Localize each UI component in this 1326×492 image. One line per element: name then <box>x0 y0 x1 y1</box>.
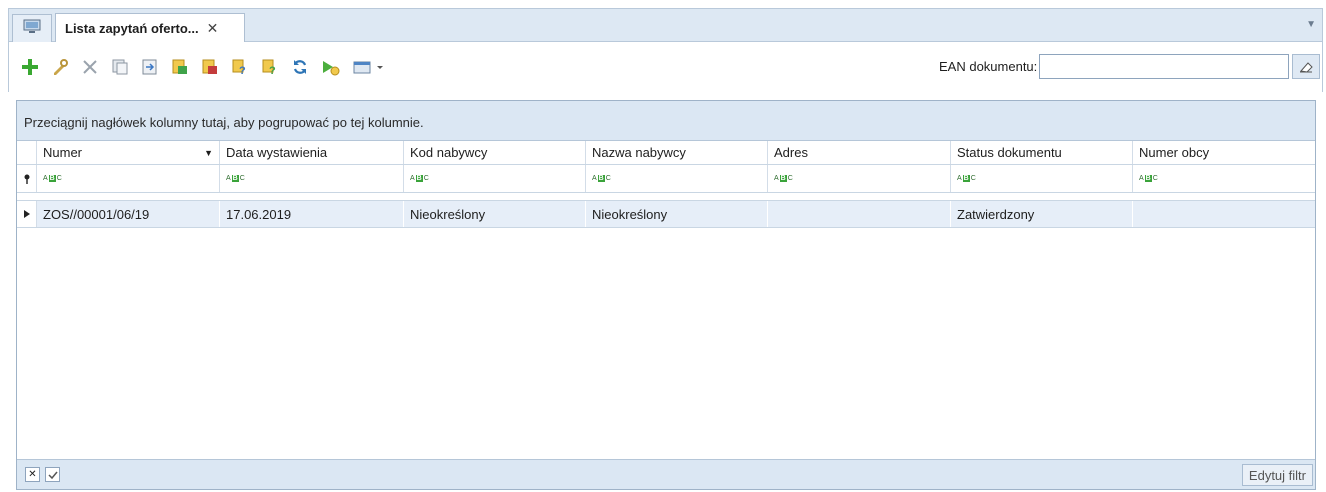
view-options-icon[interactable] <box>351 56 387 78</box>
clear-filter-icon[interactable]: ✕ <box>25 467 40 482</box>
ean-label: EAN dokumentu: <box>939 59 1038 74</box>
tab-strip: Lista zapytań oferto... ✕ ▼ <box>8 8 1323 43</box>
text-filter-icon: ABC <box>774 175 793 182</box>
column-header-numer-obcy[interactable]: Numer obcy <box>1133 141 1315 164</box>
column-header-data-wystawienia[interactable]: Data wystawienia <box>220 141 404 164</box>
column-header-kod-nabywcy[interactable]: Kod nabywcy <box>404 141 586 164</box>
svg-text:?: ? <box>269 65 276 76</box>
text-filter-icon: ABC <box>592 175 611 182</box>
filter-cell-kod-nabywcy[interactable]: ABC <box>404 165 586 192</box>
filter-enabled-checkbox[interactable] <box>45 467 60 482</box>
filter-cell-nazwa-nabywcy[interactable]: ABC <box>586 165 768 192</box>
filter-pin-icon <box>17 165 37 192</box>
cell-kod-nabywcy[interactable]: Nieokreślony <box>404 201 586 227</box>
column-header-numer[interactable]: Numer ▼ <box>37 141 220 164</box>
cell-status-dokumentu[interactable]: Zatwierdzony <box>951 201 1133 227</box>
text-filter-icon: ABC <box>43 175 62 182</box>
column-header-adres[interactable]: Adres <box>768 141 951 164</box>
svg-text:?: ? <box>239 65 246 76</box>
cell-numer[interactable]: ZOS//00001/06/19 <box>37 201 220 227</box>
column-header-status-dokumentu[interactable]: Status dokumentu <box>951 141 1133 164</box>
desktop-tab-button[interactable] <box>12 14 52 42</box>
delete-icon[interactable] <box>79 56 101 78</box>
cell-nazwa-nabywcy[interactable]: Nieokreślony <box>586 201 768 227</box>
row-indicator-header <box>17 141 37 164</box>
add-icon[interactable] <box>19 56 41 78</box>
help-plus-icon[interactable]: ? <box>259 56 281 78</box>
filter-status-bar: ✕ Edytuj filtr <box>17 459 1315 489</box>
ean-input[interactable] <box>1039 54 1289 79</box>
filter-cell-numer-obcy[interactable]: ABC <box>1133 165 1315 192</box>
edit-filter-button[interactable]: Edytuj filtr <box>1241 464 1313 486</box>
tab-label: Lista zapytań oferto... <box>65 21 199 36</box>
filter-cell-status-dokumentu[interactable]: ABC <box>951 165 1133 192</box>
eraser-icon[interactable] <box>1292 54 1320 79</box>
tab-list-dropdown-icon[interactable]: ▼ <box>1306 19 1316 30</box>
column-header-nazwa-nabywcy[interactable]: Nazwa nabywcy <box>586 141 768 164</box>
filter-row: ABC ABC ABC ABC ABC ABC ABC <box>17 165 1315 193</box>
text-filter-icon: ABC <box>957 175 976 182</box>
export-icon[interactable] <box>139 56 161 78</box>
refresh-icon[interactable] <box>289 56 311 78</box>
row-pointer-icon <box>17 201 37 227</box>
text-filter-icon: ABC <box>410 175 429 182</box>
group-hint: Przeciągnij nagłówek kolumny tutaj, aby … <box>24 115 424 130</box>
cell-numer-obcy[interactable] <box>1133 201 1315 227</box>
cell-adres[interactable] <box>768 201 951 227</box>
text-filter-icon: ABC <box>226 175 245 182</box>
generate-icon[interactable] <box>169 56 191 78</box>
toolbar: ? ? EAN dokumentu: <box>8 42 1323 92</box>
text-filter-icon: ABC <box>1139 175 1158 182</box>
table-row[interactable]: ZOS//00001/06/19 17.06.2019 Nieokreślony… <box>17 200 1315 228</box>
generate-plus-icon[interactable] <box>199 56 221 78</box>
monitor-icon <box>23 19 41 38</box>
tab-offer-requests[interactable]: Lista zapytań oferto... ✕ <box>55 13 245 43</box>
tab-close-icon[interactable]: ✕ <box>207 20 219 37</box>
filter-cell-adres[interactable]: ABC <box>768 165 951 192</box>
help-icon[interactable]: ? <box>229 56 251 78</box>
documents-grid: Przeciągnij nagłówek kolumny tutaj, aby … <box>16 100 1316 490</box>
run-icon[interactable] <box>319 56 341 78</box>
filter-cell-numer[interactable]: ABC <box>37 165 220 192</box>
copy-icon[interactable] <box>109 56 131 78</box>
filter-cell-data-wystawienia[interactable]: ABC <box>220 165 404 192</box>
column-header-row: Numer ▼ Data wystawienia Kod nabywcy Naz… <box>17 141 1315 165</box>
sort-descending-icon: ▼ <box>204 147 213 158</box>
group-by-panel[interactable]: Przeciągnij nagłówek kolumny tutaj, aby … <box>17 101 1315 141</box>
cell-data-wystawienia[interactable]: 17.06.2019 <box>220 201 404 227</box>
edit-icon[interactable] <box>49 56 71 78</box>
